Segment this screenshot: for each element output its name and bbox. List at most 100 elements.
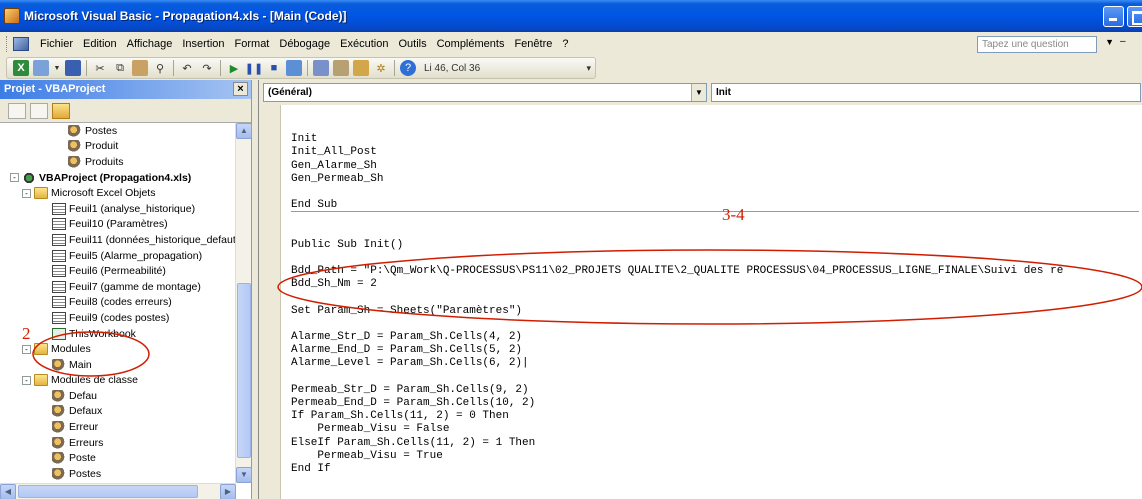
menu-fichier[interactable]: Fichier: [35, 38, 78, 50]
dropdown-icon[interactable]: ▼: [53, 60, 61, 76]
code-line[interactable]: [291, 226, 1141, 239]
tree-item[interactable]: Erreur: [0, 419, 236, 435]
tree-item[interactable]: Defaux: [0, 404, 236, 420]
tree-item[interactable]: ThisWorkbook: [0, 326, 236, 342]
collapse-icon[interactable]: -: [22, 375, 31, 385]
code-line[interactable]: [291, 212, 1141, 225]
tree-item[interactable]: Erreurs: [0, 435, 236, 451]
tree-item[interactable]: Feuil11 (données_historique_defaut: [0, 232, 236, 248]
code-line[interactable]: Alarme_Str_D = Param_Sh.Cells(4, 2): [291, 331, 1141, 344]
tree-item[interactable]: Feuil6 (Permeabilité): [0, 263, 236, 279]
tree-item[interactable]: - VBAProject (Propagation4.xls): [0, 170, 236, 186]
object-dropdown-icon[interactable]: ▼: [691, 84, 706, 101]
scroll-thumb[interactable]: [237, 283, 251, 458]
tree-item[interactable]: Poste: [0, 450, 236, 466]
code-line[interactable]: Init: [291, 133, 1141, 146]
code-line[interactable]: Gen_Permeab_Sh: [291, 173, 1141, 186]
collapse-icon[interactable]: -: [22, 188, 31, 198]
code-line[interactable]: Alarme_End_D = Param_Sh.Cells(5, 2): [291, 344, 1141, 357]
help-icon[interactable]: ?: [400, 60, 416, 76]
scroll-up-icon[interactable]: ▲: [236, 123, 252, 139]
tree-item[interactable]: - Modules de classe: [0, 373, 236, 389]
undo-icon[interactable]: ↶: [179, 60, 195, 76]
mdi-minimize-icon[interactable]: ‒: [1120, 36, 1134, 50]
code-line[interactable]: [291, 371, 1141, 384]
collapse-icon[interactable]: -: [22, 344, 31, 354]
code-line[interactable]: Permeab_Str_D = Param_Sh.Cells(9, 2): [291, 384, 1141, 397]
code-line[interactable]: [291, 252, 1141, 265]
code-line[interactable]: Permeab_Visu = True: [291, 450, 1141, 463]
tree-item[interactable]: Postes: [0, 123, 236, 139]
menu-help[interactable]: ?: [557, 38, 573, 50]
view-object-icon[interactable]: [30, 102, 48, 119]
design-mode-icon[interactable]: [286, 60, 302, 76]
paste-icon[interactable]: [132, 60, 148, 76]
redo-icon[interactable]: ↷: [199, 60, 215, 76]
tree-item[interactable]: Feuil9 (codes postes): [0, 310, 236, 326]
scroll-left-icon[interactable]: ◀: [0, 484, 16, 499]
run-icon[interactable]: ▶: [226, 60, 242, 76]
code-line[interactable]: Alarme_Level = Param_Sh.Cells(6, 2)|: [291, 357, 1141, 370]
menu-affichage[interactable]: Affichage: [122, 38, 178, 50]
question-dropdown-icon[interactable]: ▼: [1105, 37, 1114, 47]
tree-item[interactable]: Defau: [0, 388, 236, 404]
close-icon[interactable]: ×: [233, 82, 248, 96]
question-input[interactable]: Tapez une question: [977, 36, 1097, 53]
menu-outils[interactable]: Outils: [393, 38, 431, 50]
tree-vertical-scrollbar[interactable]: ▲ ▼: [235, 123, 252, 483]
code-window-icon[interactable]: [13, 37, 29, 51]
tree-item[interactable]: Produit: [0, 139, 236, 155]
collapse-icon[interactable]: -: [10, 173, 19, 183]
tree-item[interactable]: Postes: [0, 466, 236, 482]
code-line[interactable]: Bdd_Path = "P:\Qm_Work\Q-PROCESSUS\PS11\…: [291, 265, 1141, 278]
save-icon[interactable]: [65, 60, 81, 76]
tree-item[interactable]: Feuil10 (Paramètres): [0, 217, 236, 233]
code-line[interactable]: If Param_Sh.Cells(11, 2) = 0 Then: [291, 410, 1141, 423]
project-explorer-icon[interactable]: [313, 60, 329, 76]
scroll-right-icon[interactable]: ▶: [220, 484, 236, 499]
copy-icon[interactable]: ⧉: [112, 60, 128, 76]
code-line[interactable]: Bdd_Sh_Nm = 2: [291, 278, 1141, 291]
tree-item[interactable]: - Microsoft Excel Objets: [0, 185, 236, 201]
find-icon[interactable]: ⚲: [152, 60, 168, 76]
menu-fenetre[interactable]: Fenêtre: [509, 38, 557, 50]
tree-item[interactable]: Produits: [0, 154, 236, 170]
code-line[interactable]: ElseIf Param_Sh.Cells(11, 2) = 1 Then: [291, 437, 1141, 450]
object-combo[interactable]: (Général) ▼: [263, 83, 707, 102]
code-line[interactable]: Set Param_Sh = Sheets("Paramètres"): [291, 305, 1141, 318]
code-line[interactable]: Public Sub Init(): [291, 239, 1141, 252]
menu-format[interactable]: Format: [230, 38, 275, 50]
tree-item[interactable]: Feuil1 (analyse_historique): [0, 201, 236, 217]
code-line[interactable]: Init_All_Post: [291, 146, 1141, 159]
excel-view-icon[interactable]: X: [13, 60, 29, 76]
code-line[interactable]: End Sub: [291, 199, 1139, 213]
menu-debogage[interactable]: Débogage: [274, 38, 335, 50]
cut-icon[interactable]: ✂: [92, 60, 108, 76]
menu-execution[interactable]: Exécution: [335, 38, 393, 50]
menu-edition[interactable]: Edition: [78, 38, 122, 50]
toolbox-icon[interactable]: ✲: [373, 60, 389, 76]
code-line[interactable]: End If: [291, 463, 1141, 476]
code-line[interactable]: [291, 318, 1141, 331]
code-line[interactable]: [291, 186, 1141, 199]
margin-indicator-bar[interactable]: [259, 105, 281, 499]
procedure-combo[interactable]: Init: [711, 83, 1141, 102]
scroll-down-icon[interactable]: ▼: [236, 467, 252, 483]
menu-insertion[interactable]: Insertion: [177, 38, 229, 50]
code-editor[interactable]: Init Init_All_Post Gen_Alarme_Sh Gen_Permea…: [291, 120, 1141, 499]
scroll-thumb-horizontal[interactable]: [18, 485, 198, 498]
tree-item[interactable]: Feuil8 (codes erreurs): [0, 295, 236, 311]
view-code-icon[interactable]: [8, 102, 26, 119]
code-line[interactable]: Gen_Alarme_Sh: [291, 160, 1141, 173]
menu-complements[interactable]: Compléments: [432, 38, 510, 50]
code-line[interactable]: Permeab_End_D = Param_Sh.Cells(10, 2): [291, 397, 1141, 410]
restore-button[interactable]: [1127, 6, 1142, 27]
toolbar-options-icon[interactable]: ▾: [586, 63, 591, 74]
tree-item[interactable]: Feuil7 (gamme de montage): [0, 279, 236, 295]
tree-horizontal-scrollbar[interactable]: ◀ ▶: [0, 483, 236, 499]
tree-item[interactable]: Main: [0, 357, 236, 373]
tree-item[interactable]: - Modules: [0, 341, 236, 357]
tree-item[interactable]: Feuil5 (Alarme_propagation): [0, 248, 236, 264]
object-browser-icon[interactable]: [353, 60, 369, 76]
break-icon[interactable]: ❚❚: [245, 60, 263, 76]
